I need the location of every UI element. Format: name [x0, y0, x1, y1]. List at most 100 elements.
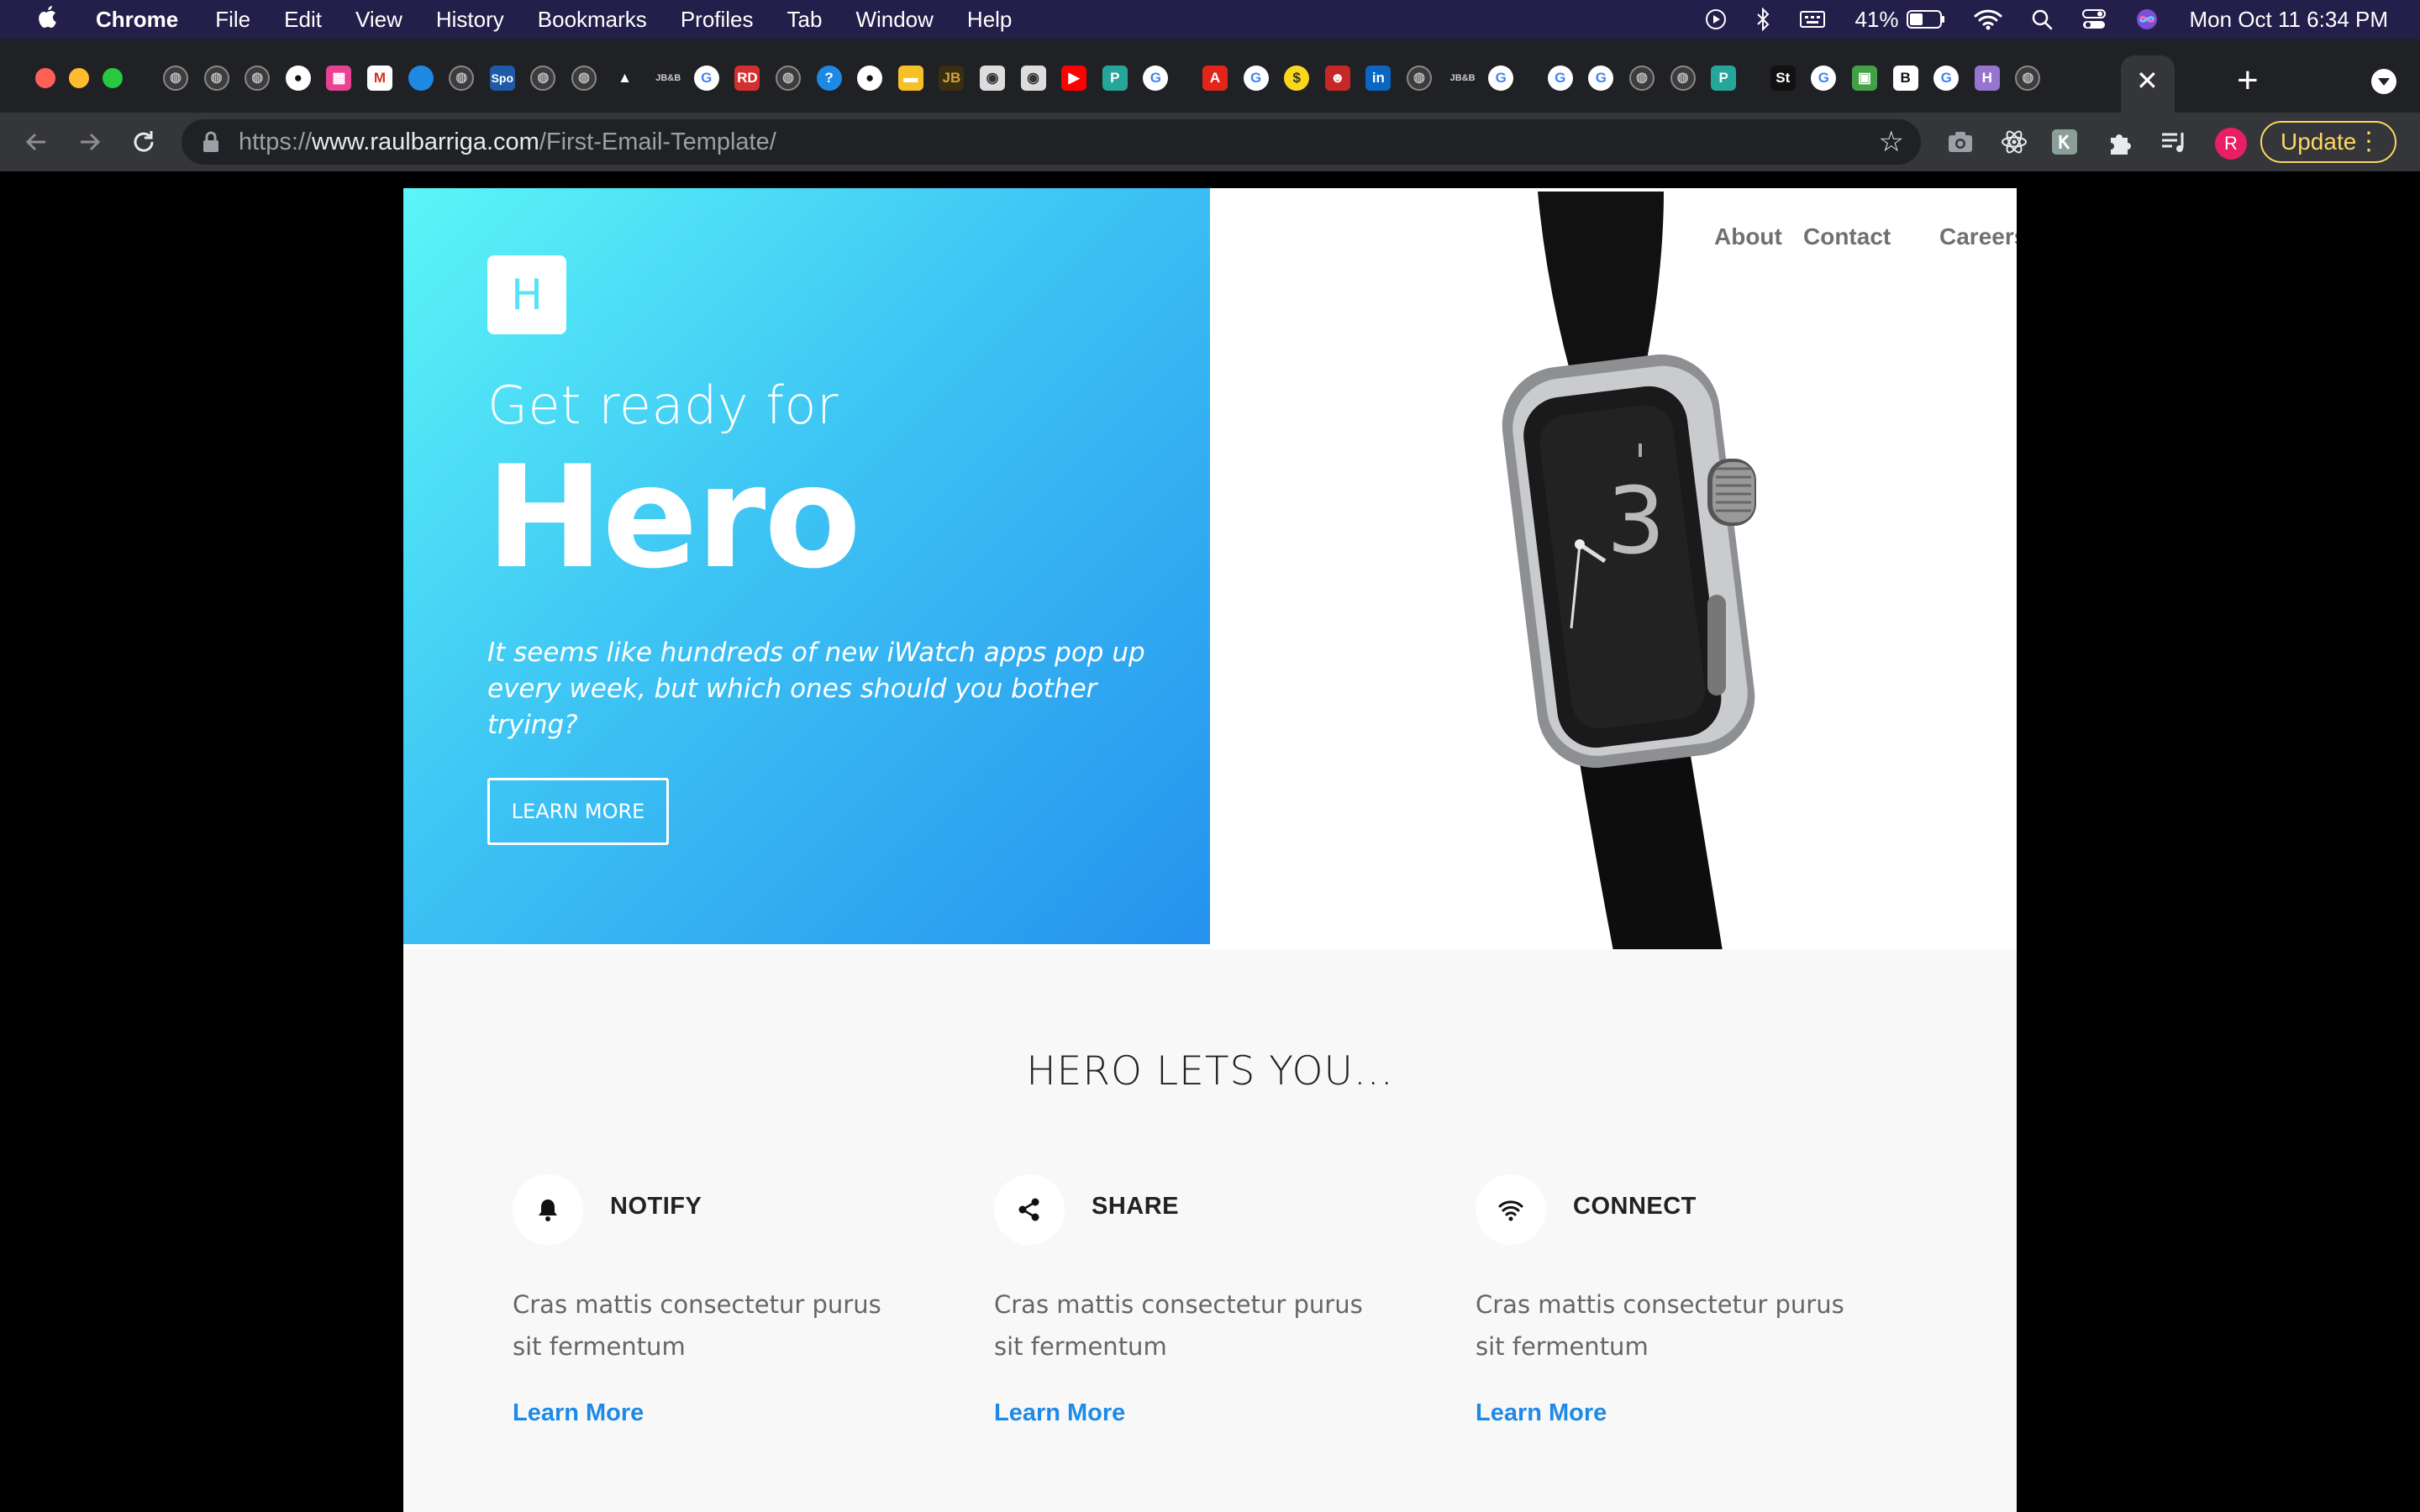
tab-favicon-google-icon[interactable]: G: [1143, 66, 1169, 91]
tab-favicon-google-icon[interactable]: G: [1588, 66, 1614, 91]
menu-profiles[interactable]: Profiles: [681, 7, 754, 33]
tab-favicon-globe-icon[interactable]: ◍: [163, 66, 188, 91]
tab-favicon-gmail-icon[interactable]: M: [367, 66, 392, 91]
tab-favicon-teal-p-icon[interactable]: P: [1711, 66, 1737, 91]
camera-extension-icon[interactable]: [1946, 128, 1975, 156]
menu-bookmarks[interactable]: Bookmarks: [538, 7, 647, 33]
tab-favicon-face-icon[interactable]: ☻: [1324, 66, 1350, 91]
reload-button[interactable]: [128, 126, 160, 158]
feature-learn-more-link[interactable]: Learn More: [513, 1399, 644, 1427]
tab-favicon-globe-icon[interactable]: ◍: [203, 66, 229, 91]
tab-favicon-adobe-icon[interactable]: A: [1202, 66, 1228, 91]
tab-favicon-jbb-gold-icon[interactable]: JB: [939, 66, 965, 91]
active-tab[interactable]: ✕: [2121, 55, 2175, 113]
tab-favicon-globe-icon[interactable]: ◍: [1670, 66, 1696, 91]
update-chrome-button[interactable]: Update ⋮: [2260, 121, 2396, 163]
menubar-clock[interactable]: Mon Oct 11 6:34 PM: [2189, 7, 2388, 33]
tab-favicon-b-icon[interactable]: B: [1892, 66, 1918, 91]
tab-favicon-jbb-icon[interactable]: JB&B: [1448, 66, 1478, 91]
url-text[interactable]: https://www.raulbarriga.com/First-Email-…: [239, 119, 776, 165]
menu-tab[interactable]: Tab: [787, 7, 823, 33]
address-bar[interactable]: https://www.raulbarriga.com/First-Email-…: [182, 119, 1921, 165]
tab-favicon-google-icon[interactable]: G: [1547, 66, 1573, 91]
tab-favicon-teal-p-icon[interactable]: P: [1102, 66, 1128, 91]
tab-favicon-jbb-icon[interactable]: JB&B: [653, 66, 683, 91]
nav-link-careers[interactable]: Careers: [1939, 223, 2017, 250]
apple-logo-icon[interactable]: [34, 4, 60, 33]
battery-icon[interactable]: [1907, 10, 1945, 29]
nav-link-contact[interactable]: Contact: [1803, 223, 1891, 250]
extensions-puzzle-icon[interactable]: [2106, 128, 2134, 156]
tab-favicon-purple-h-icon[interactable]: H: [1974, 66, 2000, 91]
siri-icon[interactable]: [2135, 8, 2159, 31]
tab-favicon-rd-icon[interactable]: RD: [734, 66, 760, 91]
tab-favicon-linkedin-icon[interactable]: in: [1365, 66, 1392, 91]
learn-more-button[interactable]: LEARN MORE: [487, 778, 669, 845]
hero-logo[interactable]: H: [487, 255, 566, 334]
tab-favicon-globe-icon[interactable]: ◍: [245, 66, 271, 91]
tab-favicon-globe-icon[interactable]: ◍: [776, 66, 801, 91]
tab-favicon-google-icon[interactable]: G: [1243, 66, 1269, 91]
tab-favicon-blue-circle-icon[interactable]: [408, 66, 434, 91]
spotlight-search-icon[interactable]: [2031, 8, 2053, 30]
bell-icon: [539, 1200, 557, 1221]
play-circle-icon[interactable]: [1705, 8, 1727, 30]
tab-search-button[interactable]: [2371, 69, 2396, 94]
forward-button[interactable]: [74, 126, 106, 158]
menu-edit[interactable]: Edit: [284, 7, 322, 33]
menu-file[interactable]: File: [215, 7, 250, 33]
tab-favicon-spo-icon[interactable]: Spo: [489, 66, 515, 91]
menu-app-chrome[interactable]: Chrome: [96, 7, 178, 33]
features-section: HERO LETS YOU... NOTIFY Cras mattis cons…: [403, 949, 2017, 1512]
tab-favicon-yellow-s-icon[interactable]: $: [1284, 66, 1310, 91]
tab-favicon-github-icon[interactable]: ●: [857, 66, 883, 91]
lock-icon[interactable]: [202, 131, 220, 153]
menu-help[interactable]: Help: [967, 7, 1012, 33]
tab-favicon-green-icon[interactable]: ▣: [1852, 66, 1877, 91]
nav-link-about[interactable]: About: [1714, 223, 1782, 250]
tab-favicon-yellow-icon[interactable]: ▬: [897, 66, 923, 91]
control-center-icon[interactable]: [2081, 8, 2107, 30]
feature-learn-more-link[interactable]: Learn More: [1476, 1399, 1607, 1427]
tab-favicon-globe-icon[interactable]: ◍: [530, 66, 556, 91]
tab-favicon-owl-icon[interactable]: ◉: [1020, 66, 1046, 91]
tab-favicon-globe-icon[interactable]: ◍: [1407, 66, 1432, 91]
more-options-icon[interactable]: ⋮: [2356, 123, 2381, 161]
back-button[interactable]: [20, 126, 52, 158]
feature-title: SHARE: [1092, 1193, 1180, 1220]
tab-favicon-owl-icon[interactable]: ◉: [980, 66, 1005, 91]
wifi-status-icon[interactable]: [1974, 8, 2002, 30]
window-minimize-button[interactable]: [69, 68, 89, 88]
tab-favicon-drive-icon[interactable]: ▲: [613, 66, 638, 91]
tab-favicon-youtube-icon[interactable]: ▶: [1061, 66, 1087, 91]
menu-window[interactable]: Window: [855, 7, 933, 33]
react-devtools-icon[interactable]: [2000, 128, 2028, 156]
tab-favicon-pink-square-icon[interactable]: ▦: [326, 66, 352, 91]
k-extension-icon[interactable]: [2050, 128, 2079, 156]
feature-icon-circle: [513, 1174, 583, 1245]
tab-favicon-google-icon[interactable]: G: [1488, 66, 1514, 91]
menu-history[interactable]: History: [436, 7, 504, 33]
tab-favicon-github-icon[interactable]: ●: [285, 66, 311, 91]
new-tab-button[interactable]: +: [2237, 62, 2259, 99]
tab-favicon-globe-icon[interactable]: ◍: [1629, 66, 1655, 91]
tab-favicon-globe-icon[interactable]: ◍: [2015, 66, 2041, 91]
keyboard-icon[interactable]: [1799, 9, 1826, 29]
window-close-button[interactable]: [35, 68, 55, 88]
tab-favicon-help-icon[interactable]: ?: [816, 66, 842, 91]
tab-favicon-st-icon[interactable]: St: [1770, 66, 1796, 91]
tab-favicon-globe-icon[interactable]: ◍: [571, 66, 597, 91]
bookmark-star-icon[interactable]: ☆: [1879, 128, 1904, 156]
tab-favicon-globe-icon[interactable]: ◍: [449, 66, 475, 91]
menu-view[interactable]: View: [355, 7, 402, 33]
reading-list-icon[interactable]: [2160, 128, 2188, 156]
window-zoom-button[interactable]: [103, 68, 123, 88]
feature-icon-circle: [1476, 1174, 1546, 1245]
profile-avatar[interactable]: R: [2215, 128, 2247, 160]
feature-learn-more-link[interactable]: Learn More: [994, 1399, 1125, 1427]
tab-favicon-google-icon[interactable]: G: [1933, 66, 1960, 91]
tab-favicon-google-icon[interactable]: G: [693, 66, 719, 91]
tab-favicon-google-icon[interactable]: G: [1811, 66, 1837, 91]
close-tab-icon[interactable]: ✕: [2136, 67, 2159, 94]
bluetooth-icon[interactable]: [1755, 8, 1770, 31]
